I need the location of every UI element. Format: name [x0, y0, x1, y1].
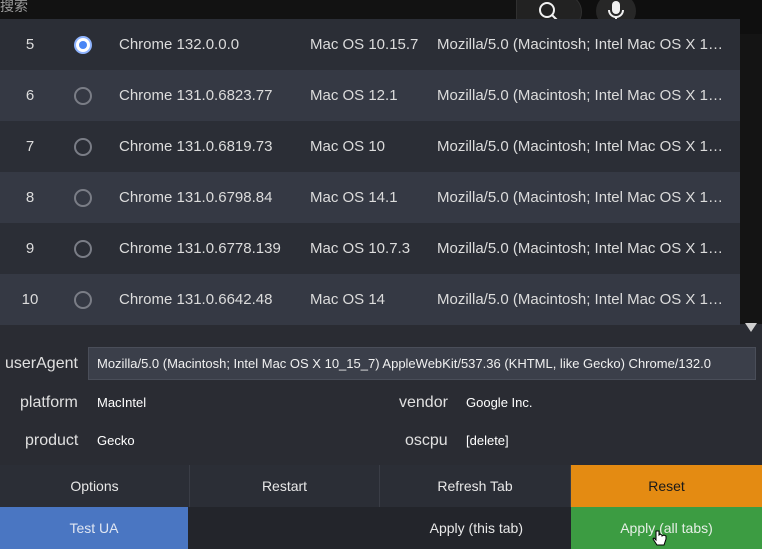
row-radio[interactable]: [74, 239, 92, 258]
row-os: Mac OS 12.1: [310, 87, 398, 104]
radio-selected-icon: [74, 35, 92, 54]
table-row[interactable]: 9 Chrome 131.0.6778.139 Mac OS 10.7.3 Mo…: [0, 223, 740, 274]
row-number: 10: [21, 291, 39, 308]
row-ua: Mozilla/5.0 (Macintosh; Intel Mac OS X 1…: [437, 240, 723, 257]
scrollbar-track[interactable]: [740, 34, 762, 324]
refresh-tab-button[interactable]: Refresh Tab: [380, 465, 571, 507]
oscpu-value: [delete]: [466, 433, 509, 448]
search-placeholder: 搜索: [0, 0, 28, 14]
table-row[interactable]: 8 Chrome 131.0.6798.84 Mac OS 14.1 Mozil…: [0, 172, 740, 223]
apply-this-tab-button[interactable]: Apply (this tab): [188, 507, 571, 549]
row-browser: Chrome 131.0.6642.48: [119, 291, 273, 308]
row-number: 9: [25, 240, 35, 257]
useragent-field[interactable]: Mozilla/5.0 (Macintosh; Intel Mac OS X 1…: [88, 347, 756, 380]
hand-pointer-icon: [652, 530, 667, 546]
table-row[interactable]: 6 Chrome 131.0.6823.77 Mac OS 12.1 Mozil…: [0, 70, 740, 121]
radio-icon: [74, 86, 92, 105]
row-radio[interactable]: [74, 86, 92, 105]
row-number: 7: [25, 138, 35, 155]
row-browser: Chrome 131.0.6819.73: [119, 138, 273, 155]
row-ua: Mozilla/5.0 (Macintosh; Intel Mac OS X 1…: [437, 138, 723, 155]
row-os: Mac OS 10.7.3: [310, 240, 411, 257]
vendor-label: vendor: [399, 394, 448, 411]
row-ua: Mozilla/5.0 (Macintosh; Intel Mac OS X 1…: [437, 189, 723, 206]
reset-button[interactable]: Reset: [571, 465, 762, 507]
restart-button[interactable]: Restart: [190, 465, 380, 507]
oscpu-label: oscpu: [405, 432, 448, 449]
row-ua: Mozilla/5.0 (Macintosh; Intel Mac OS X 1…: [437, 291, 723, 308]
row-browser: Chrome 131.0.6823.77: [119, 87, 273, 104]
options-button[interactable]: Options: [0, 465, 190, 507]
row-os: Mac OS 14.1: [310, 189, 398, 206]
row-browser: Chrome 132.0.0.0: [119, 36, 240, 53]
scroll-down-arrow-icon[interactable]: [745, 323, 757, 332]
row-os: Mac OS 14: [310, 291, 386, 308]
platform-label: platform: [20, 394, 78, 411]
radio-icon: [74, 239, 92, 258]
row-radio[interactable]: [74, 137, 92, 156]
user-agent-table: 5 Chrome 132.0.0.0 Mac OS 10.15.7 Mozill…: [0, 19, 740, 325]
platform-value: MacIntel: [97, 395, 147, 410]
radio-icon: [74, 137, 92, 156]
product-value: Gecko: [97, 433, 135, 448]
table-row[interactable]: 10 Chrome 131.0.6642.48 Mac OS 14 Mozill…: [0, 274, 740, 325]
row-browser: Chrome 131.0.6778.139: [119, 240, 281, 257]
row-number: 6: [25, 87, 35, 104]
row-os: Mac OS 10: [310, 138, 386, 155]
test-ua-button[interactable]: Test UA: [0, 507, 188, 549]
row-os: Mac OS 10.15.7: [310, 36, 419, 53]
row-radio[interactable]: [74, 290, 92, 309]
useragent-label: userAgent: [5, 355, 78, 372]
row-radio[interactable]: [74, 188, 92, 207]
row-browser: Chrome 131.0.6798.84: [119, 189, 273, 206]
row-ua: Mozilla/5.0 (Macintosh; Intel Mac OS X 1…: [437, 36, 723, 53]
row-number: 8: [25, 189, 35, 206]
row-radio[interactable]: [74, 35, 92, 54]
radio-icon: [74, 290, 92, 309]
radio-icon: [74, 188, 92, 207]
product-label: product: [25, 432, 79, 449]
row-ua: Mozilla/5.0 (Macintosh; Intel Mac OS X 1…: [437, 87, 723, 104]
table-row[interactable]: 5 Chrome 132.0.0.0 Mac OS 10.15.7 Mozill…: [0, 19, 740, 70]
row-number: 5: [25, 36, 35, 53]
table-row[interactable]: 7 Chrome 131.0.6819.73 Mac OS 10 Mozilla…: [0, 121, 740, 172]
vendor-value: Google Inc.: [466, 395, 533, 410]
